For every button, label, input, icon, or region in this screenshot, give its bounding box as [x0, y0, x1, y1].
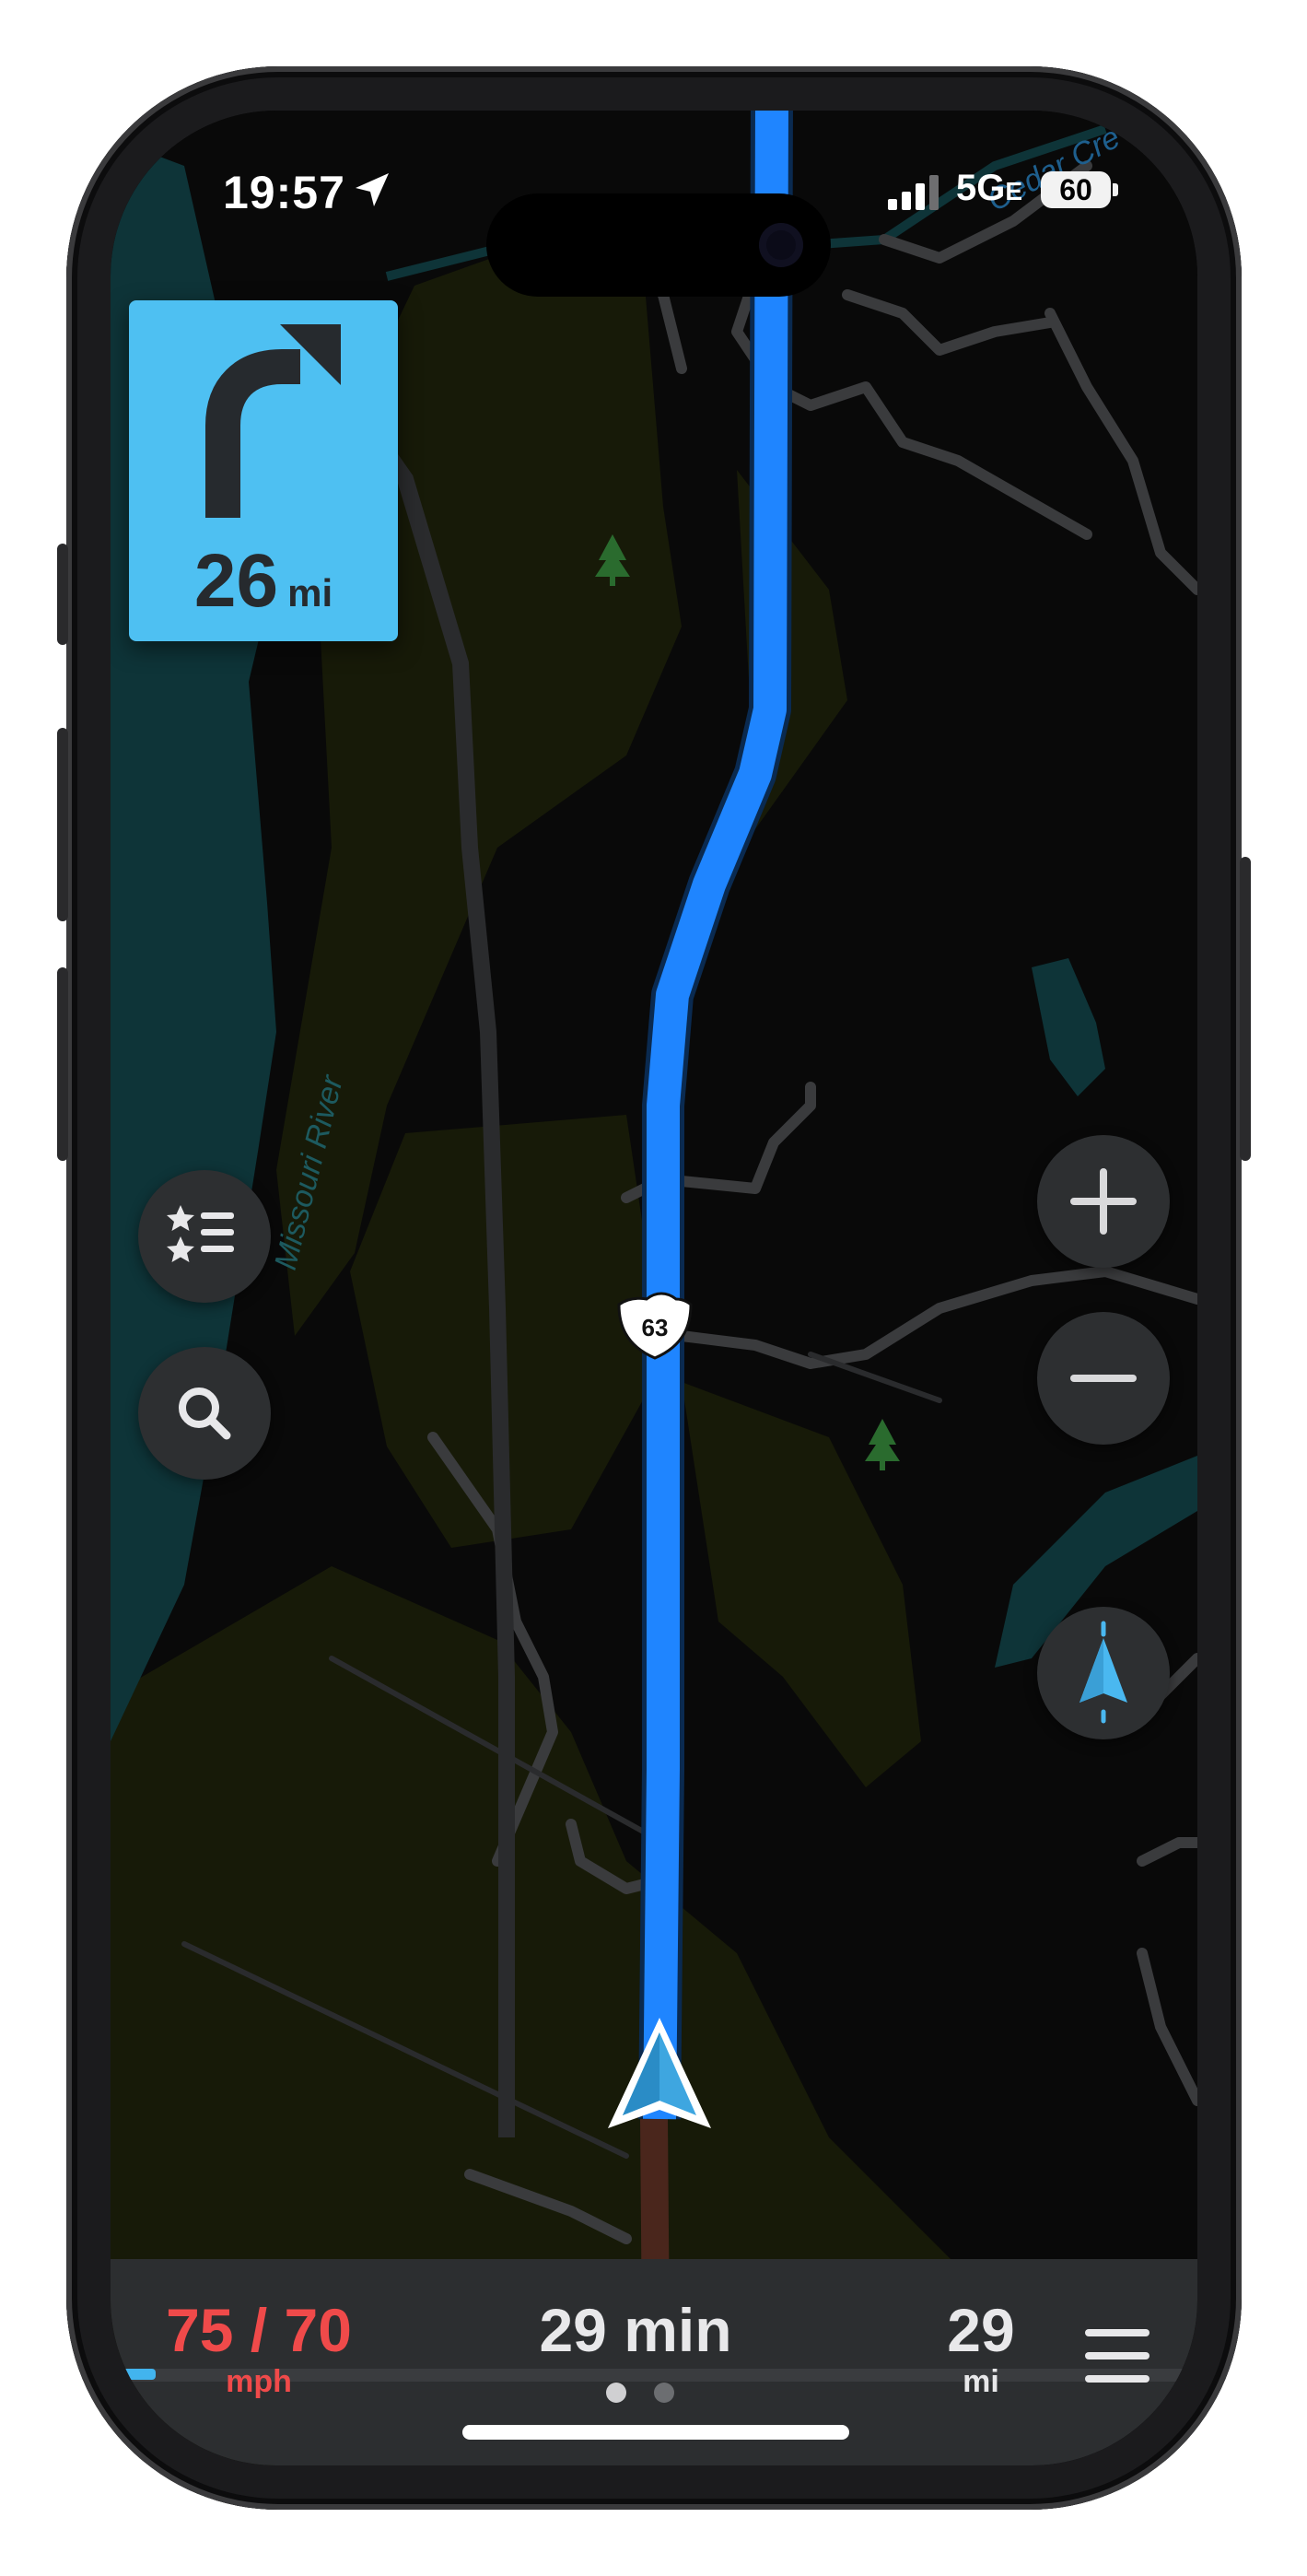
minus-icon: [1070, 1375, 1137, 1382]
eta-value: 29 min: [539, 2296, 732, 2364]
volume-down-button: [57, 967, 68, 1161]
speed-display[interactable]: 75 / 70 mph: [134, 2300, 383, 2400]
favorites-list-icon: [167, 1205, 234, 1262]
maneuver-distance-value: 26: [193, 539, 279, 623]
favorites-button[interactable]: [138, 1170, 271, 1303]
status-time: 19:57: [223, 167, 345, 218]
search-button[interactable]: [138, 1347, 271, 1480]
zoom-out-button[interactable]: [1037, 1312, 1170, 1445]
remaining-distance-display[interactable]: 29 mi: [903, 2300, 1059, 2400]
page-indicator[interactable]: [571, 2383, 700, 2406]
page-dot[interactable]: [654, 2383, 674, 2403]
action-button: [57, 544, 68, 645]
zoom-in-button[interactable]: [1037, 1135, 1170, 1268]
network-type: 5GE: [956, 168, 1022, 209]
network-label: 5G: [956, 168, 1006, 208]
maneuver-card[interactable]: 26 mi: [129, 300, 398, 641]
status-bar: 19:57 5GE 60: [111, 166, 1197, 297]
screen: 63 Missouri River Cedar Cre 19:57 5GE 60: [111, 111, 1197, 2465]
remaining-distance-unit: mi: [963, 2364, 999, 2399]
cellular-signal-icon: [888, 175, 939, 210]
battery-indicator: 60: [1041, 171, 1111, 208]
remaining-distance-value: 29: [947, 2296, 1015, 2364]
recenter-button[interactable]: [1037, 1607, 1170, 1739]
dynamic-island: [486, 193, 831, 297]
speed-unit: mph: [226, 2364, 292, 2399]
eta-display[interactable]: 29 min: [461, 2300, 811, 2360]
route-shield-label: 63: [642, 1314, 669, 1341]
maneuver-distance: 26 mi: [129, 538, 398, 625]
current-speed-and-limit: 75 / 70: [166, 2296, 352, 2364]
search-icon: [179, 1388, 231, 1440]
volume-up-button: [57, 728, 68, 921]
plus-icon: [1070, 1168, 1137, 1235]
home-indicator[interactable]: [462, 2425, 849, 2440]
power-button: [1240, 857, 1251, 1161]
page-dot[interactable]: [606, 2383, 626, 2403]
maneuver-distance-unit: mi: [287, 571, 333, 615]
front-camera: [759, 223, 803, 267]
battery-tip: [1113, 183, 1118, 196]
compass-arrow-icon: [1079, 1621, 1127, 1724]
location-arrow-icon: [356, 173, 389, 206]
hamburger-menu-icon[interactable]: [1085, 2329, 1149, 2383]
network-suffix: E: [1005, 177, 1023, 205]
turn-right-icon: [205, 324, 341, 518]
